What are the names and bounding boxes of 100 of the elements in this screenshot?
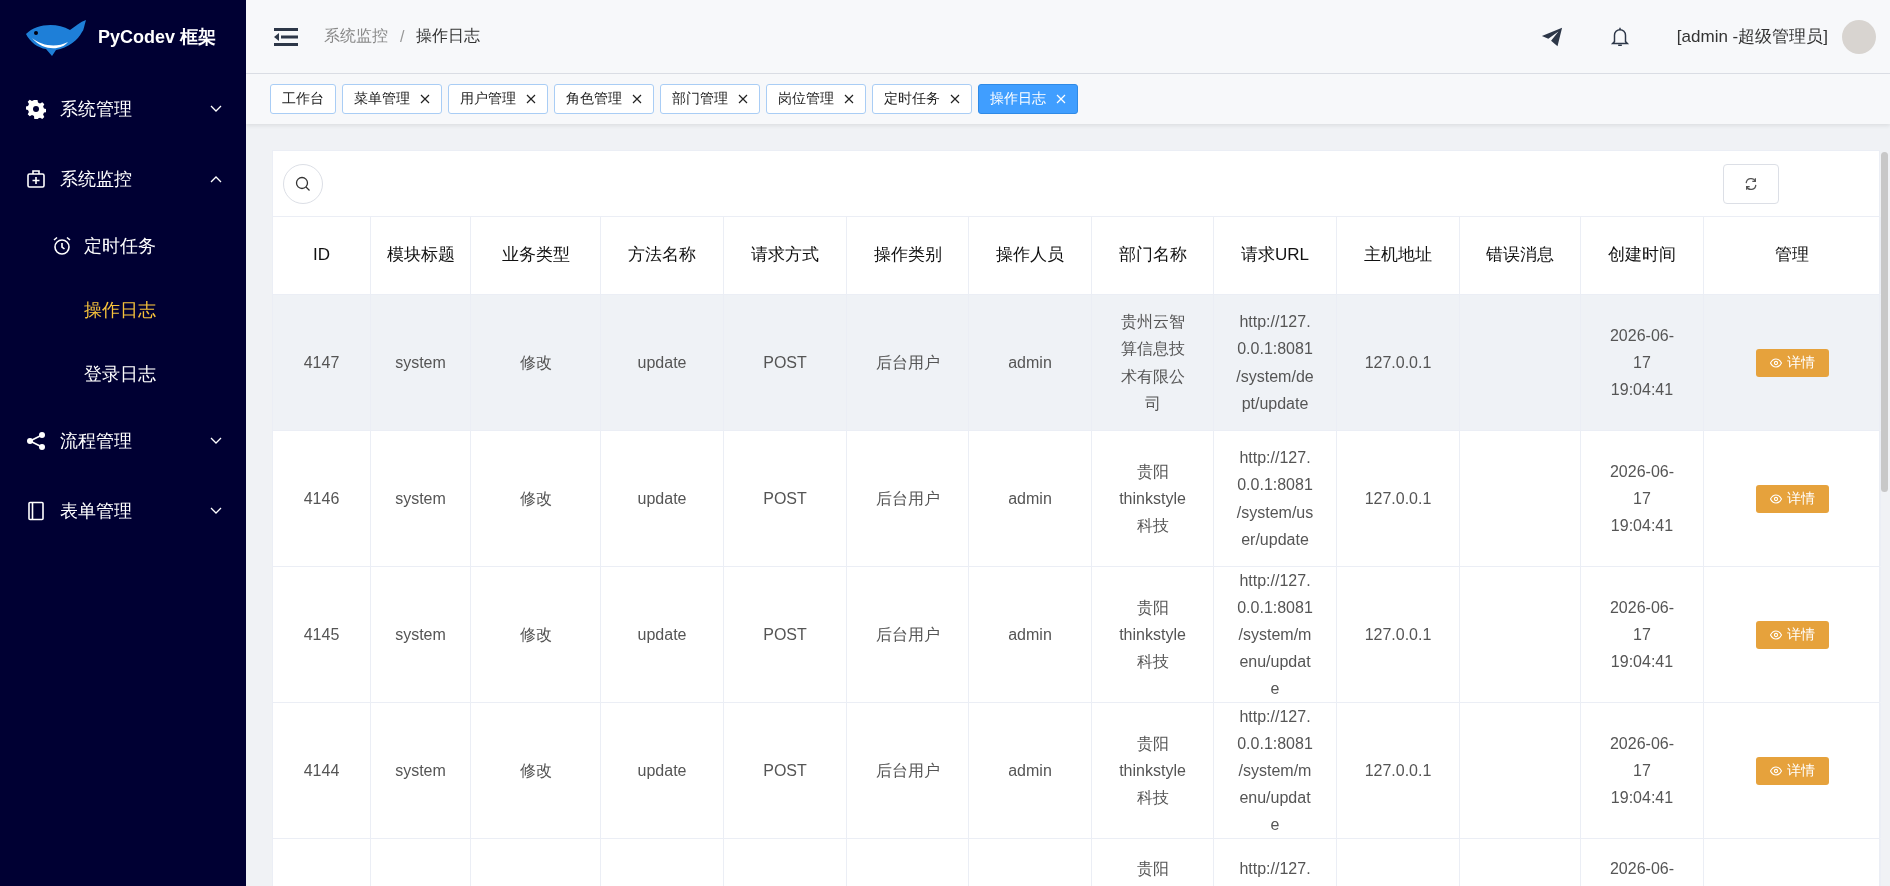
table-cell-text: system bbox=[395, 352, 446, 373]
column-header: ID bbox=[273, 217, 371, 294]
table-cell-text: 2026-06-17 19:04:41 bbox=[1608, 461, 1675, 537]
table-cell-text: 后台用户 bbox=[875, 352, 940, 373]
scrollbar-thumb[interactable] bbox=[1881, 152, 1888, 492]
table-cell-text: update bbox=[637, 624, 687, 645]
share-icon bbox=[26, 431, 46, 451]
table-cell-text: 贵阳 bbox=[1136, 859, 1169, 879]
table-cell-text: 127.0.0.1 bbox=[1364, 624, 1432, 645]
table-cell-text: POST bbox=[763, 624, 807, 645]
table-cell-text: 贵阳thinkstyle科技 bbox=[1118, 733, 1187, 809]
table-cell-text: 贵阳thinkstyle科技 bbox=[1118, 461, 1187, 537]
table-cell-text: 修改 bbox=[519, 760, 552, 781]
paper-plane-icon[interactable] bbox=[1540, 25, 1563, 48]
table-cell-text: http://127.0.0.1:8081/system/user/update bbox=[1236, 448, 1314, 550]
table-cell-text: update bbox=[637, 352, 687, 373]
table-cell-text: system bbox=[395, 760, 446, 781]
sidebar-menu-item[interactable]: 表单管理 bbox=[0, 476, 246, 546]
table-cell-text: POST bbox=[763, 488, 807, 509]
alarm-clock-icon bbox=[52, 236, 72, 256]
table-cell-text: 4146 bbox=[303, 488, 340, 509]
table-cell-text: http://127. bbox=[1239, 859, 1311, 879]
column-header: 模块标题 bbox=[371, 217, 471, 294]
close-icon[interactable] bbox=[738, 94, 748, 104]
column-header: 请求URL bbox=[1214, 217, 1337, 294]
table-cell-text: update bbox=[637, 760, 687, 781]
sidebar-menu-item[interactable]: 系统监控 bbox=[0, 144, 246, 214]
page-tab[interactable]: 定时任务 bbox=[872, 84, 972, 114]
table-cell-text: POST bbox=[763, 760, 807, 781]
column-header: 操作人员 bbox=[969, 217, 1092, 294]
table-cell-text: admin bbox=[1008, 488, 1052, 509]
table-cell-text: 后台用户 bbox=[875, 760, 940, 781]
sidebar-menu-item[interactable]: 系统管理 bbox=[0, 74, 246, 144]
table-cell-text: 2026-06-17 19:04:41 bbox=[1608, 733, 1675, 809]
table-cell-text: system bbox=[395, 624, 446, 645]
eye-icon bbox=[1769, 765, 1782, 776]
close-icon[interactable] bbox=[420, 94, 430, 104]
column-header: 方法名称 bbox=[601, 217, 724, 294]
table-cell-text: admin bbox=[1008, 624, 1052, 645]
page-tab[interactable]: 岗位管理 bbox=[766, 84, 866, 114]
menu-fold-icon[interactable] bbox=[274, 27, 298, 46]
table-cell-text: 后台用户 bbox=[875, 624, 940, 645]
table-cell-text: 修改 bbox=[519, 488, 552, 509]
close-icon[interactable] bbox=[950, 94, 960, 104]
sidebar-submenu-item[interactable]: 登录日志 bbox=[0, 342, 246, 406]
table-cell-text: 4145 bbox=[303, 624, 340, 645]
plus-case-icon bbox=[26, 169, 46, 189]
table-cell-text: 2026-06- bbox=[1609, 859, 1674, 879]
eye-icon bbox=[1769, 629, 1782, 640]
page-tab[interactable]: 角色管理 bbox=[554, 84, 654, 114]
column-header: 业务类型 bbox=[471, 217, 601, 294]
table-cell-text: http://127.0.0.1:8081/system/dept/update bbox=[1236, 312, 1314, 414]
breadcrumb-link[interactable]: 系统监控 bbox=[324, 26, 388, 47]
table-cell-text: 后台用户 bbox=[875, 488, 940, 509]
table-cell-text: 2026-06-17 19:04:41 bbox=[1608, 597, 1675, 673]
table-cell-text: 127.0.0.1 bbox=[1364, 488, 1432, 509]
table-cell-text: 贵阳thinkstyle科技 bbox=[1118, 597, 1187, 673]
table-cell-text: admin bbox=[1008, 352, 1052, 373]
search-button[interactable] bbox=[283, 163, 323, 204]
table-cell-text: POST bbox=[763, 352, 807, 373]
user-name[interactable]: [admin -超级管理员] bbox=[1676, 25, 1828, 48]
table-cell-text: system bbox=[395, 488, 446, 509]
breadcrumb-separator: / bbox=[400, 27, 405, 46]
sidebar-menu-item[interactable]: 流程管理 bbox=[0, 406, 246, 476]
table-cell-text: update bbox=[637, 488, 687, 509]
table-row[interactable]: 贵阳 http://127. 2026-06- bbox=[273, 839, 1879, 886]
page-tab[interactable]: 工作台 bbox=[270, 84, 336, 114]
column-header: 操作类别 bbox=[847, 217, 969, 294]
sidebar-submenu-item[interactable]: 操作日志 bbox=[0, 278, 246, 342]
table-cell-text: 贵州云智算信息技术有限公司 bbox=[1119, 312, 1186, 414]
column-header: 请求方式 bbox=[724, 217, 847, 294]
table-cell-text: 127.0.0.1 bbox=[1364, 760, 1432, 781]
table-cell-text: 4144 bbox=[303, 760, 340, 781]
table-row[interactable]: 4147 system 修改 update POST 后台用户 admin 贵州云智算信息技术有限公司 http://127.0.0.1:8081/system/dept/update 127.0.0.1 2026-06-17 19:04:41 详情 bbox=[273, 295, 1879, 431]
close-icon[interactable] bbox=[844, 94, 854, 104]
page-tab[interactable]: 菜单管理 bbox=[342, 84, 442, 114]
notebook-icon bbox=[26, 501, 46, 521]
column-header: 部门名称 bbox=[1092, 217, 1214, 294]
table-cell-text: 4147 bbox=[303, 352, 340, 373]
table-cell-text: 2026-06-17 19:04:41 bbox=[1608, 325, 1675, 401]
table-cell-text: 修改 bbox=[519, 352, 552, 373]
search-icon bbox=[295, 175, 311, 192]
close-icon[interactable] bbox=[526, 94, 536, 104]
table-row[interactable]: 4146 system 修改 update POST 后台用户 admin 贵阳thinkstyle科技 http://127.0.0.1:8081/system/user/update 127.0.0.1 2026-06-17 19:04:41 详情 bbox=[273, 431, 1879, 567]
table-row[interactable]: 4145 system 修改 update POST 后台用户 admin 贵阳thinkstyle科技 http://127.0.0.1:8081/system/menu/update 127.0.0.1 2026-06-17 19:04:41 详情 bbox=[273, 567, 1879, 703]
table-row[interactable]: 4144 system 修改 update POST 后台用户 admin 贵阳thinkstyle科技 http://127.0.0.1:8081/system/menu/update 127.0.0.1 2026-06-17 19:04:41 详情 bbox=[273, 703, 1879, 839]
eye-icon bbox=[1769, 493, 1782, 504]
column-header: 主机地址 bbox=[1337, 217, 1460, 294]
column-header: 错误消息 bbox=[1460, 217, 1581, 294]
table-cell-text: admin bbox=[1008, 760, 1052, 781]
gear-icon bbox=[26, 99, 46, 119]
page-tab[interactable]: 用户管理 bbox=[448, 84, 548, 114]
table-cell-text: 127.0.0.1 bbox=[1364, 352, 1432, 373]
column-header: 创建时间 bbox=[1581, 217, 1704, 294]
page-tab[interactable]: 部门管理 bbox=[660, 84, 760, 114]
close-icon[interactable] bbox=[632, 94, 642, 104]
app-logo-text: PyCodev 框架 bbox=[98, 26, 217, 49]
table-cell-text: http://127.0.0.1:8081/system/menu/update bbox=[1236, 706, 1314, 836]
eye-icon bbox=[1769, 357, 1782, 368]
sidebar-submenu-item[interactable]: 定时任务 bbox=[0, 214, 246, 278]
